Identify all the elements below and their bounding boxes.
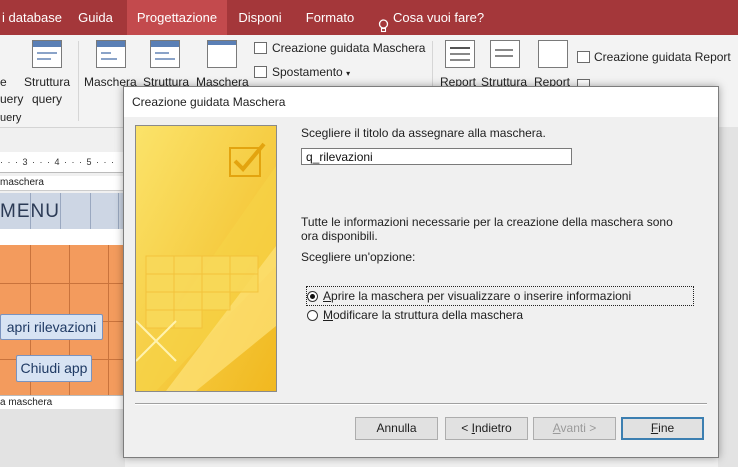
modify-form-option[interactable]: Modificare la struttura della maschera [307,306,523,324]
form-design-icon[interactable] [150,40,180,68]
wizard-illustration [135,125,277,392]
radio-modify-form[interactable] [307,309,318,321]
title-prompt: Scegliere il titolo da assegnare alla ma… [301,126,546,140]
query-wizard-label-partial[interactable]: e [0,75,7,89]
close-app-button[interactable]: Chiudi app [16,355,92,382]
design-background [0,409,125,467]
queries-group-label: uery [0,112,22,124]
query-design-label-2: query [32,92,63,106]
navigation-icon[interactable] [254,66,267,78]
tab-arrange[interactable]: Disponi [230,0,290,35]
form-header-section-label: maschera [0,177,44,188]
radio-open-form[interactable] [307,290,318,302]
info-text: Tutte le informazioni necessarie per la … [301,215,673,243]
tab-design[interactable]: Progettazione [127,0,227,35]
report-wizard-button[interactable]: Creazione guidata Report [594,50,731,64]
query-wizard-label-partial-2: uery [0,92,24,106]
tab-help[interactable]: Guida [68,0,123,35]
form-header-section-bar[interactable]: maschera [0,176,125,191]
detail-section-bar[interactable] [0,229,125,245]
form-wizard-dialog: Creazione guidata Maschera Scegliere il … [123,86,719,458]
menu-title-label[interactable]: MENU [0,201,60,223]
report-design-icon[interactable] [490,40,520,68]
chevron-down-icon: ▾ [346,69,351,78]
navigation-button[interactable]: Spostamento ▾ [272,65,350,79]
cancel-button[interactable]: Annulla [355,417,438,440]
open-form-option[interactable]: Aprire la maschera per visualizzare o in… [306,286,694,306]
ribbon-separator [78,41,79,121]
tell-me-box[interactable]: Cosa vuoi fare? [378,0,484,35]
tab-database-tools[interactable]: i database [0,0,68,35]
lightbulb-icon [378,11,389,32]
blank-report-icon[interactable] [538,40,568,68]
query-design-icon[interactable] [32,40,62,68]
design-background-right [718,127,738,467]
blank-form-icon[interactable] [207,40,237,68]
open-rilevazioni-button[interactable]: apri rilevazioni [0,314,103,340]
tab-format[interactable]: Formato [297,0,363,35]
form-header-area[interactable]: MENU [0,193,125,230]
tell-me-label: Cosa vuoi fare? [393,9,485,25]
horizontal-ruler: · · · 3 · · · 4 · · · 5 · · · [0,152,125,173]
form-wizard-icon[interactable] [254,42,267,54]
form-footer-section-label: a maschera [0,397,53,408]
open-form-option-label: Aprire la maschera per visualizzare o in… [323,289,632,303]
option-prompt: Scegliere un'opzione: [301,250,416,264]
navigation-label: Spostamento [272,65,343,79]
form-footer-section-bar[interactable]: a maschera [0,395,125,410]
back-button[interactable]: < Indietro [445,417,528,440]
ribbon-tab-bar: i database Guida Progettazione Disponi F… [0,0,738,35]
dialog-title: Creazione guidata Maschera [132,95,286,109]
form-icon[interactable] [96,40,126,68]
form-title-input[interactable] [301,148,572,165]
detail-section[interactable]: apri rilevazioni Chiudi app [0,245,125,395]
dialog-separator [135,403,707,405]
modify-form-option-label: Modificare la struttura della maschera [323,308,524,322]
next-button[interactable]: Avanti > [533,417,616,440]
finish-button[interactable]: Fine [621,417,704,440]
query-design-label-1: Struttura [24,75,71,89]
report-icon[interactable] [445,40,475,68]
dialog-title-bar[interactable]: Creazione guidata Maschera [124,87,718,117]
form-wizard-button[interactable]: Creazione guidata Maschera [272,41,425,55]
report-wizard-icon[interactable] [577,51,590,63]
